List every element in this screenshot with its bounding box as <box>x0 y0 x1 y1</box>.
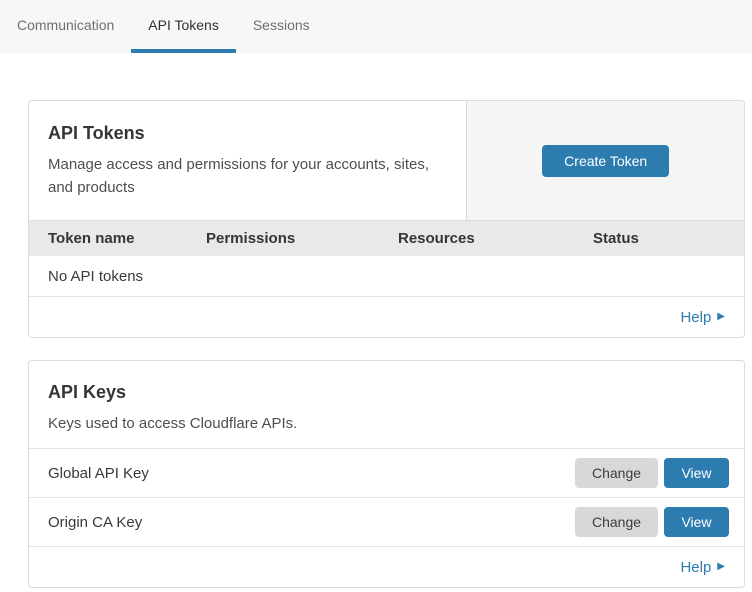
origin-ca-key-change-button[interactable]: Change <box>575 507 658 537</box>
origin-ca-key-label: Origin CA Key <box>48 514 575 531</box>
api-tokens-help-link[interactable]: Help ▶ <box>680 309 725 326</box>
global-api-key-change-button[interactable]: Change <box>575 458 658 488</box>
column-header-status: Status <box>593 230 744 247</box>
tab-api-tokens[interactable]: API Tokens <box>131 0 236 53</box>
origin-ca-key-actions: Change View <box>575 507 729 537</box>
api-tokens-card-action-panel: Create Token <box>466 101 744 220</box>
api-keys-card-footer: Help ▶ <box>29 546 744 587</box>
tab-communication[interactable]: Communication <box>0 0 131 53</box>
api-tokens-card-footer: Help ▶ <box>29 296 744 337</box>
global-api-key-view-button[interactable]: View <box>664 458 729 488</box>
global-api-key-actions: Change View <box>575 458 729 488</box>
help-link-label: Help <box>680 309 711 326</box>
create-token-button[interactable]: Create Token <box>542 145 669 177</box>
api-keys-card: API Keys Keys used to access Cloudflare … <box>28 360 745 588</box>
origin-ca-key-row: Origin CA Key Change View <box>29 497 744 546</box>
global-api-key-label: Global API Key <box>48 465 575 482</box>
api-tokens-table-header: Token name Permissions Resources Status <box>29 220 744 256</box>
api-keys-description: Keys used to access Cloudflare APIs. <box>48 412 458 435</box>
api-tokens-description: Manage access and permissions for your a… <box>48 153 447 200</box>
api-keys-title: API Keys <box>48 382 725 403</box>
api-keys-card-header: API Keys Keys used to access Cloudflare … <box>29 361 744 448</box>
api-tokens-title: API Tokens <box>48 123 447 144</box>
help-arrow-icon: ▶ <box>717 312 725 322</box>
page-content: API Tokens Manage access and permissions… <box>0 53 752 588</box>
help-link-label: Help <box>680 559 711 576</box>
api-keys-help-link[interactable]: Help ▶ <box>680 559 725 576</box>
origin-ca-key-view-button[interactable]: View <box>664 507 729 537</box>
api-tokens-card-header-text: API Tokens Manage access and permissions… <box>29 101 466 220</box>
column-header-permissions: Permissions <box>206 230 398 247</box>
column-header-token-name: Token name <box>48 230 206 247</box>
tab-sessions[interactable]: Sessions <box>236 0 327 53</box>
column-header-resources: Resources <box>398 230 593 247</box>
api-tokens-empty-state: No API tokens <box>29 256 744 296</box>
settings-tab-bar: Communication API Tokens Sessions <box>0 0 752 53</box>
global-api-key-row: Global API Key Change View <box>29 448 744 497</box>
api-tokens-card: API Tokens Manage access and permissions… <box>28 100 745 338</box>
api-tokens-card-header: API Tokens Manage access and permissions… <box>29 101 744 220</box>
help-arrow-icon: ▶ <box>717 562 725 572</box>
